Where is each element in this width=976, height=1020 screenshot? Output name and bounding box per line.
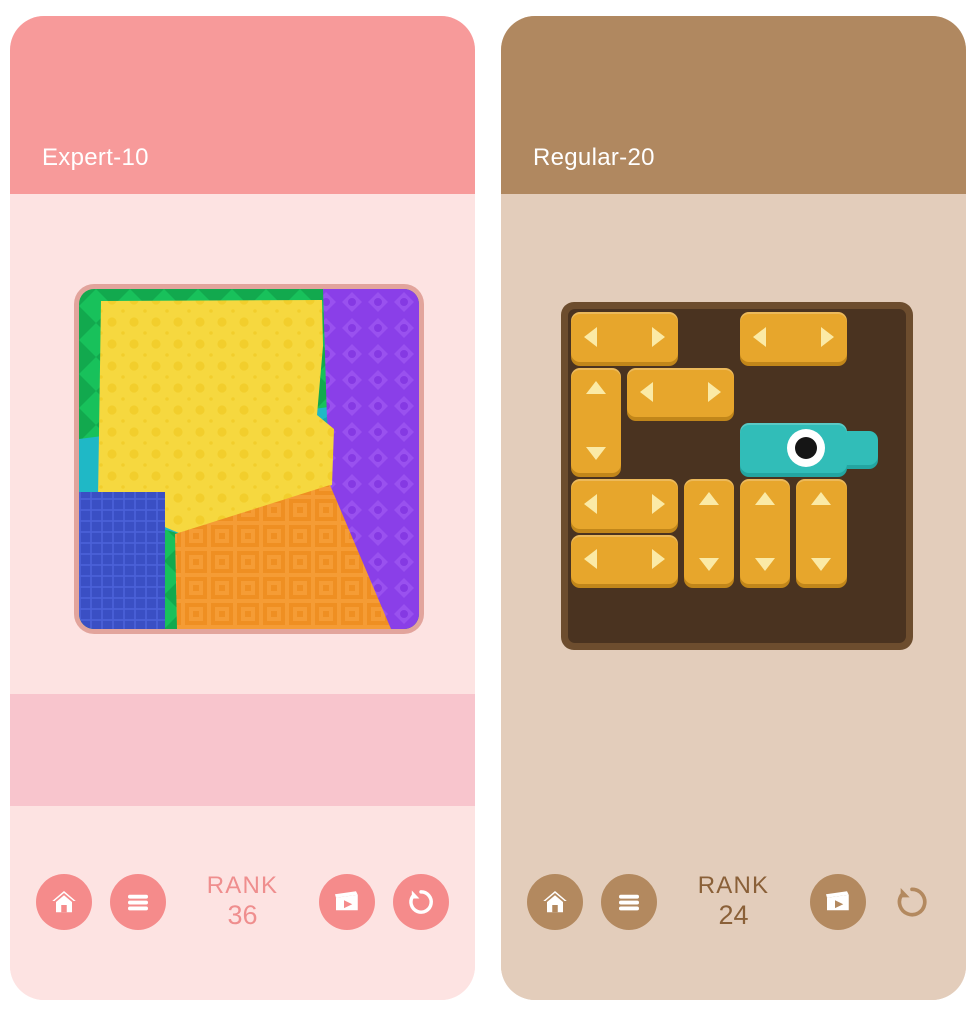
watch-video-button[interactable]	[810, 873, 866, 930]
accent-band-left	[10, 694, 475, 806]
hamburger-menu-icon	[128, 894, 148, 911]
level-title-right: Regular-20	[533, 144, 655, 171]
tangram-shapes	[79, 289, 419, 629]
direction-arrow-icon	[698, 558, 719, 572]
direction-arrow-icon	[586, 380, 607, 394]
block-h-3[interactable]	[627, 367, 734, 418]
slide-block-board[interactable]	[561, 302, 919, 654]
block-h-4[interactable]	[571, 479, 678, 529]
panel-body-right: RANK 24	[501, 194, 966, 1000]
screenshot-stage: Expert-10 RANK 36 Regular-20 RANK 24	[0, 0, 976, 1020]
panel-body-left: RANK 36	[10, 194, 475, 1000]
direction-arrow-icon	[640, 382, 654, 403]
direction-arrow-icon	[651, 493, 665, 514]
level-title-left: Expert-10	[42, 144, 149, 171]
direction-arrow-icon	[707, 382, 721, 403]
direction-arrow-icon	[584, 326, 597, 347]
direction-arrow-icon	[820, 326, 834, 347]
direction-arrow-icon	[651, 326, 665, 347]
goal-block[interactable]	[740, 423, 847, 473]
block-v-3[interactable]	[740, 479, 791, 585]
rank-value: 36	[227, 900, 258, 931]
block-v-1[interactable]	[571, 367, 622, 473]
rank-display: RANK 24	[657, 872, 810, 931]
rank-display: RANK 36	[166, 872, 319, 931]
direction-arrow-icon	[811, 492, 832, 505]
restart-button[interactable]	[393, 873, 449, 930]
menu-button[interactable]	[601, 873, 657, 930]
panel-header-right: Regular-20	[501, 16, 966, 194]
rank-label: RANK	[206, 872, 279, 900]
block-h-5[interactable]	[571, 534, 678, 585]
block-v-2[interactable]	[683, 479, 734, 585]
goal-marker-core	[794, 437, 817, 460]
restart-button[interactable]	[884, 874, 940, 930]
direction-arrow-icon	[584, 549, 597, 570]
video-clapper-icon	[335, 891, 358, 911]
direction-arrow-icon	[698, 492, 719, 505]
block-v-4[interactable]	[796, 479, 847, 585]
board-frame	[561, 302, 913, 650]
goal-marker	[786, 429, 825, 468]
tangram-frame	[74, 284, 424, 634]
hamburger-menu-icon	[619, 894, 639, 911]
tangram-preview[interactable]	[74, 284, 424, 634]
game-panel-regular: Regular-20 RANK 24	[501, 16, 966, 1000]
watch-video-button[interactable]	[319, 873, 375, 930]
direction-arrow-icon	[753, 326, 766, 347]
block-h-2[interactable]	[740, 312, 847, 362]
direction-arrow-icon	[811, 558, 832, 572]
direction-arrow-icon	[755, 492, 776, 505]
direction-arrow-icon	[651, 549, 665, 570]
rank-label: RANK	[697, 872, 770, 900]
video-clapper-icon	[826, 891, 849, 911]
direction-arrow-icon	[584, 493, 597, 514]
restart-icon	[897, 887, 927, 917]
restart-icon	[409, 890, 433, 914]
block-h-1[interactable]	[571, 312, 678, 362]
direction-arrow-icon	[586, 446, 607, 460]
home-button[interactable]	[36, 873, 92, 930]
panel-header-left: Expert-10	[10, 16, 475, 194]
home-icon	[52, 890, 76, 913]
toolbar-left: RANK 36	[10, 804, 475, 1000]
home-icon	[543, 890, 567, 913]
direction-arrow-icon	[755, 558, 776, 572]
toolbar-right: RANK 24	[501, 804, 966, 1000]
game-panel-expert: Expert-10 RANK 36	[10, 16, 475, 1000]
tangram-canvas	[79, 289, 419, 629]
board-grid	[568, 309, 906, 643]
home-button[interactable]	[527, 873, 583, 930]
rank-value: 24	[718, 900, 749, 931]
menu-button[interactable]	[110, 873, 166, 930]
